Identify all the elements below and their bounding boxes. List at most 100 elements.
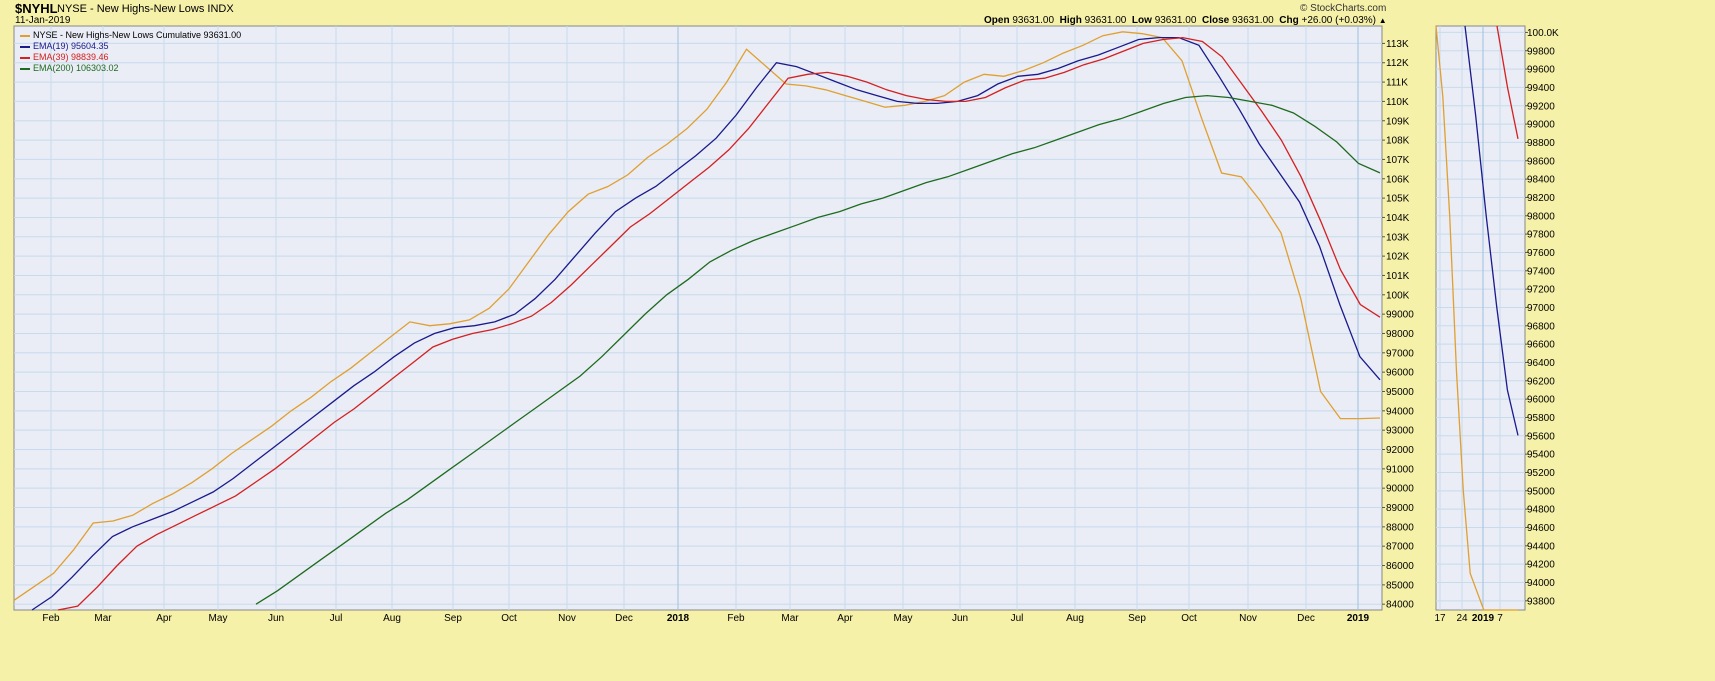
x-tick-label: Oct (501, 613, 517, 624)
y-tick-label: 93000 (1386, 426, 1414, 437)
chart-canvas: 84000 85000 86000 87000 88000 89000 90000 91000… (13, 25, 1559, 624)
x-tick-label: Nov (1239, 613, 1257, 624)
y-tick-label: 106K (1386, 174, 1410, 185)
y-tick-label: 100K (1386, 290, 1410, 301)
y-tick-label: 111K (1386, 78, 1408, 89)
y-tick-label: 96800 (1527, 321, 1555, 332)
legend-swatch (20, 56, 30, 59)
y-tick-label: 94000 (1386, 406, 1414, 417)
y-tick-label: 112K (1386, 58, 1409, 69)
y-tick-label: 98600 (1527, 156, 1555, 167)
y-tick-label: 110K (1386, 97, 1409, 108)
y-tick-label: 103K (1386, 232, 1410, 243)
y-tick-label: 95200 (1527, 468, 1555, 479)
y-tick-label: 97400 (1527, 266, 1555, 277)
y-tick-label: 96400 (1527, 358, 1555, 369)
legend-entry-cumulative: NYSE - New Highs-New Lows Cumulative 936… (20, 30, 241, 41)
y-tick-label: 99000 (1527, 120, 1555, 131)
legend-swatch (20, 67, 30, 70)
y-tick-label: 99800 (1527, 46, 1555, 57)
x-tick-label: Mar (94, 613, 112, 624)
y-tick-label: 87000 (1386, 542, 1414, 553)
x-tick-label: Dec (1297, 613, 1315, 624)
y-tick-label: 88000 (1386, 522, 1414, 533)
y-tick-label: 98000 (1527, 211, 1555, 222)
chart-legend: NYSE - New Highs-New Lows Cumulative 936… (20, 30, 241, 74)
y-tick-label: 109K (1386, 116, 1410, 127)
y-tick-label: 94000 (1527, 578, 1555, 589)
x-tick-label: Jul (1011, 613, 1024, 624)
y-tick-label: 85000 (1386, 580, 1414, 591)
y-tick-label: 91000 (1386, 464, 1414, 475)
y-tick-label: 107K (1386, 155, 1410, 166)
plot-area (1435, 25, 1526, 611)
x-tick-label: Dec (615, 613, 633, 624)
x-tick-label: Aug (1066, 613, 1084, 624)
y-tick-label: 95000 (1527, 486, 1555, 497)
y-tick-label: 108K (1386, 136, 1410, 147)
y-tick-label: 94200 (1527, 560, 1555, 571)
y-tick-label: 98000 (1386, 329, 1414, 340)
x-tick-label: May (209, 613, 228, 624)
y-tick-label: 96000 (1386, 368, 1414, 379)
y-tick-label: 99600 (1527, 65, 1555, 76)
x-tick-label: Feb (727, 613, 745, 624)
x-tick-label: Aug (383, 613, 401, 624)
legend-swatch (20, 45, 30, 48)
x-tick-label: 7 (1497, 613, 1503, 624)
y-tick-label: 90000 (1386, 484, 1414, 495)
y-tick-label: 86000 (1386, 561, 1414, 572)
y-tick-label: 105K (1386, 194, 1410, 205)
y-tick-label: 100.0K (1527, 28, 1559, 39)
y-tick-label: 102K (1386, 252, 1410, 263)
y-tick-label: 96200 (1527, 376, 1555, 387)
y-tick-label: 101K (1386, 271, 1410, 282)
y-tick-label: 95600 (1527, 431, 1555, 442)
y-tick-label: 97200 (1527, 285, 1555, 296)
y-tick-label: 99400 (1527, 83, 1555, 94)
y-tick-label: 84000 (1386, 600, 1414, 611)
legend-entry-ema200: EMA(200) 106303.02 (20, 63, 241, 74)
legend-entry-ema39: EMA(39) 98839.46 (20, 52, 241, 63)
x-tick-label: Jun (952, 613, 968, 624)
y-tick-label: 94800 (1527, 505, 1555, 516)
x-tick-label: Oct (1181, 613, 1197, 624)
y-tick-label: 97000 (1386, 348, 1414, 359)
x-tick-label: Jun (268, 613, 284, 624)
x-tick-label: 2018 (667, 613, 690, 624)
legend-entry-ema19: EMA(19) 95604.35 (20, 41, 241, 52)
x-tick-label: Mar (781, 613, 799, 624)
x-tick-label: Nov (558, 613, 576, 624)
y-tick-label: 94600 (1527, 523, 1555, 534)
y-tick-label: 89000 (1386, 503, 1414, 514)
y-tick-label: 98400 (1527, 175, 1555, 186)
y-tick-label: 99200 (1527, 101, 1555, 112)
x-tick-label: 17 (1434, 613, 1446, 624)
y-tick-label: 98200 (1527, 193, 1555, 204)
y-tick-label: 95800 (1527, 413, 1555, 424)
x-tick-label: 2019 (1472, 613, 1495, 624)
x-tick-label: Apr (156, 613, 172, 624)
y-tick-label: 96600 (1527, 340, 1555, 351)
y-tick-label: 96000 (1527, 395, 1555, 406)
x-tick-label: 24 (1456, 613, 1468, 624)
y-tick-label: 99000 (1386, 310, 1414, 321)
y-tick-label: 97800 (1527, 230, 1555, 241)
x-tick-label: Apr (837, 613, 853, 624)
y-tick-label: 92000 (1386, 445, 1414, 456)
y-tick-label: 95400 (1527, 450, 1555, 461)
y-tick-label: 94400 (1527, 541, 1555, 552)
y-tick-label: 95000 (1386, 387, 1414, 398)
x-tick-label: 2019 (1347, 613, 1370, 624)
x-tick-label: Sep (1128, 613, 1146, 624)
x-tick-label: Jul (330, 613, 343, 624)
plot-area (13, 25, 1383, 611)
y-tick-label: 104K (1386, 213, 1410, 224)
y-tick-label: 97000 (1527, 303, 1555, 314)
x-tick-label: Feb (42, 613, 60, 624)
x-tick-label: Sep (444, 613, 462, 624)
y-tick-label: 97600 (1527, 248, 1555, 259)
x-tick-label: May (894, 613, 913, 624)
y-tick-label: 113K (1386, 39, 1409, 50)
y-tick-label: 98800 (1527, 138, 1555, 149)
